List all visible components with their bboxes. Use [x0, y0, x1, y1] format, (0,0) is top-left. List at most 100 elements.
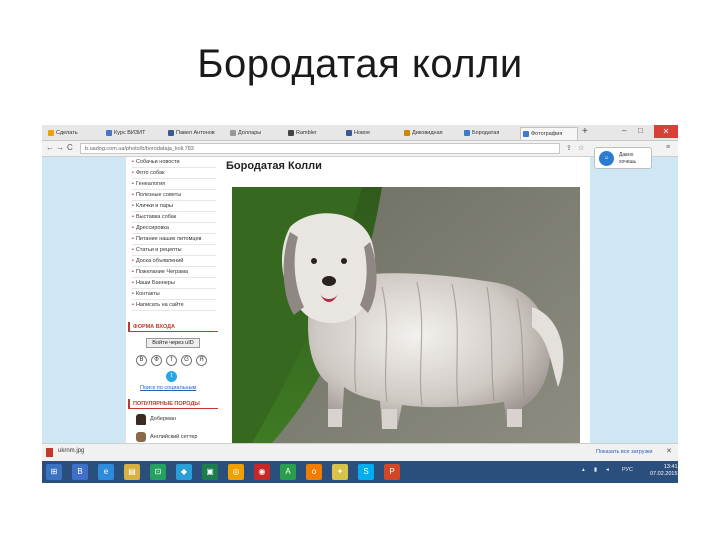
network-icon[interactable]: ▮: [594, 467, 597, 473]
tab[interactable]: Павел Антонов: [166, 127, 226, 140]
tab-favicon: [106, 130, 112, 136]
tab-favicon: [230, 130, 236, 136]
taskbar-app-icon[interactable]: ✦: [332, 464, 348, 480]
taskbar-app-icon[interactable]: S: [358, 464, 374, 480]
tab-label: Rambler: [296, 130, 317, 136]
tab-label: Доллары: [238, 130, 262, 136]
breed-item[interactable]: Английский сеттер: [136, 432, 216, 443]
download-file[interactable]: ukrnm.jpg: [58, 448, 84, 454]
social-login-link[interactable]: Поиск по социальным: [140, 385, 196, 391]
classmates-icon[interactable]: Ф: [151, 355, 162, 366]
reload-button[interactable]: C: [67, 143, 73, 152]
menu-item-label: Пожелание Чеграма: [135, 269, 189, 275]
taskbar-app-icon[interactable]: B: [72, 464, 88, 480]
close-window-button[interactable]: ✕: [654, 125, 678, 138]
menu-icon[interactable]: ≡: [666, 144, 670, 151]
menu-item[interactable]: ▪ Наши Баннеры: [132, 278, 216, 289]
menu-item[interactable]: ▪ Контакты: [132, 289, 216, 300]
close-icon[interactable]: ✕: [666, 447, 672, 455]
start-button[interactable]: ⊞: [46, 464, 62, 480]
web-page: ▪ Собачьи новости ▪ Фото собак ▪ Генеалогия…: [126, 157, 590, 443]
tab-label: Павел Антонов: [176, 130, 215, 136]
taskbar-app-icon[interactable]: А: [280, 464, 296, 480]
menu-item[interactable]: ▪ Доска объявлений: [132, 256, 216, 267]
dog-icon: [136, 414, 146, 425]
tab-label: Новое: [354, 130, 371, 136]
notification-popup[interactable]: ☺ Давно хочешь: [594, 147, 652, 169]
login-section-head: ФОРМА ВХОДА: [128, 322, 218, 332]
taskbar-app-icon[interactable]: P: [384, 464, 400, 480]
taskbar-app-icon[interactable]: ◆: [176, 464, 192, 480]
tab[interactable]: Сделать: [46, 127, 102, 140]
breed-label: Доберман: [150, 416, 176, 422]
tab[interactable]: Новое: [344, 127, 400, 140]
taskbar-app-icon[interactable]: ⊡: [150, 464, 166, 480]
taskbar-app-icon[interactable]: о: [306, 464, 322, 480]
page-title: Бородатая Колли: [226, 160, 322, 172]
taskbar: ⊞ B e ▤ ⊡ ◆ ▣ ◎ ◉ А о ✦ S P ▴ ▮ ◂ РУС 13…: [42, 461, 678, 483]
twitter-icon[interactable]: t: [166, 371, 177, 382]
tab[interactable]: Rambler: [286, 127, 342, 140]
share-icon[interactable]: ⇪: [566, 144, 572, 152]
popup-text-2: хочешь: [619, 159, 637, 165]
dog-photo: [232, 187, 580, 443]
yandex-icon[interactable]: Я: [196, 355, 207, 366]
clock-date: 07.02.2015: [650, 471, 678, 477]
avatar: ☺: [599, 151, 614, 166]
browser-toolbar: ← → C b.uadog.com.ua/photo/b/borodataja_…: [42, 141, 678, 157]
tab-label: Сделать: [56, 130, 78, 136]
menu-item[interactable]: ▪ Выставка собак: [132, 212, 216, 223]
forward-button[interactable]: →: [56, 143, 64, 152]
vk-icon[interactable]: В: [136, 355, 147, 366]
taskbar-app-icon[interactable]: e: [98, 464, 114, 480]
menu-item[interactable]: ▪ Собачьи новости: [132, 157, 216, 168]
facebook-icon[interactable]: f: [166, 355, 177, 366]
breed-label: Английский сеттер: [150, 434, 198, 440]
menu-item-label: Доска объявлений: [135, 258, 184, 264]
menu-item[interactable]: ▪ Клички и пары: [132, 201, 216, 212]
menu-item-label: Выставка собак: [135, 214, 177, 220]
tab-active[interactable]: Фотография: [520, 127, 578, 140]
tab-label: Курс ВИЗИТ: [114, 130, 146, 136]
taskbar-app-icon[interactable]: ◉: [254, 464, 270, 480]
clock-time: 13:41: [663, 464, 678, 470]
taskbar-app-icon[interactable]: ◎: [228, 464, 244, 480]
slide-title: Бородатая колли: [197, 42, 523, 86]
show-all-downloads-link[interactable]: Показать все загрузки: [596, 449, 652, 455]
tab[interactable]: Доллары: [228, 127, 284, 140]
volume-icon[interactable]: ◂: [606, 467, 609, 473]
tray-arrow-icon[interactable]: ▴: [582, 467, 585, 473]
menu-item[interactable]: ▪ Фото собак: [132, 168, 216, 179]
google-icon[interactable]: G: [181, 355, 192, 366]
menu-item[interactable]: ▪ Полезные советы: [132, 190, 216, 201]
bookmark-star-icon[interactable]: ☆: [578, 144, 584, 152]
tab-favicon: [346, 130, 352, 136]
maximize-button[interactable]: □: [638, 126, 643, 135]
taskbar-app-icon[interactable]: ▣: [202, 464, 218, 480]
tab[interactable]: Диковидная: [402, 127, 460, 140]
minimize-button[interactable]: –: [622, 126, 626, 135]
menu-item-label: Питание наших питомцев: [135, 236, 202, 242]
menu-item[interactable]: ▪ Дрессировка: [132, 223, 216, 234]
back-button[interactable]: ←: [46, 143, 54, 152]
new-tab-button[interactable]: +: [582, 126, 588, 137]
menu-item[interactable]: ▪ Статьи и рецепты: [132, 245, 216, 256]
system-clock[interactable]: 13:41 07.02.2015: [650, 464, 678, 478]
menu-item[interactable]: ▪ Написать на сайте: [132, 300, 216, 311]
address-bar[interactable]: b.uadog.com.ua/photo/b/borodataja_koli.7…: [80, 143, 560, 154]
taskbar-app-icon[interactable]: ▤: [124, 464, 140, 480]
tab-label: Бородатая: [472, 130, 500, 136]
breed-item[interactable]: Доберман: [136, 414, 216, 426]
login-button[interactable]: Войти через uID: [146, 338, 200, 348]
tab-favicon: [48, 130, 54, 136]
tab-favicon: [168, 130, 174, 136]
download-bar: ukrnm.jpg Показать все загрузки ✕: [42, 443, 678, 461]
tab[interactable]: Курс ВИЗИТ: [104, 127, 164, 140]
menu-item-label: Полезные советы: [135, 192, 182, 198]
tab[interactable]: Бородатая: [462, 127, 518, 140]
menu-item[interactable]: ▪ Питание наших питомцев: [132, 234, 216, 245]
menu-item-label: Собачьи новости: [135, 159, 180, 165]
language-indicator[interactable]: РУС: [622, 467, 633, 473]
menu-item[interactable]: ▪ Генеалогия: [132, 179, 216, 190]
menu-item[interactable]: ▪ Пожелание Чеграма: [132, 267, 216, 278]
